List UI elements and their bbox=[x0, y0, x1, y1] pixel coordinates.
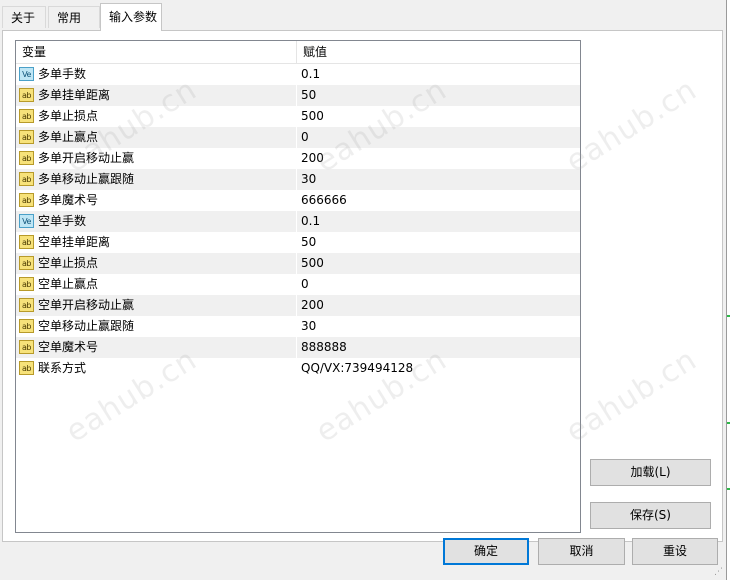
table-row[interactable]: ab 多单挂单距离 50 bbox=[16, 85, 580, 106]
table-row[interactable]: ab 联系方式 QQ/VX:739494128 bbox=[16, 358, 580, 379]
value-cell[interactable]: 0.1 bbox=[297, 64, 580, 85]
value-cell[interactable]: 50 bbox=[297, 232, 580, 253]
string-value-icon: ab bbox=[19, 256, 34, 270]
value-cell[interactable]: 888888 bbox=[297, 337, 580, 358]
variable-name: 多单挂单距离 bbox=[38, 88, 111, 102]
string-value-icon: ab bbox=[19, 88, 34, 102]
value-cell[interactable]: 200 bbox=[297, 295, 580, 316]
double-value-icon: Ve bbox=[19, 67, 34, 81]
value-cell[interactable]: 200 bbox=[297, 148, 580, 169]
table-row[interactable]: ab 空单移动止赢跟随 30 bbox=[16, 316, 580, 337]
variable-cell[interactable]: ab 空单挂单距离 bbox=[16, 232, 297, 253]
value-cell[interactable]: 30 bbox=[297, 316, 580, 337]
variable-name: 空单移动止赢跟随 bbox=[38, 319, 135, 333]
variable-name: 空单止损点 bbox=[38, 256, 99, 270]
variable-cell[interactable]: ab 多单挂单距离 bbox=[16, 85, 297, 106]
load-button[interactable]: 加载(L) bbox=[590, 459, 711, 486]
variable-name: 联系方式 bbox=[38, 361, 87, 375]
string-value-icon: ab bbox=[19, 319, 34, 333]
variable-cell[interactable]: Ve 多单手数 bbox=[16, 64, 297, 85]
value-cell[interactable]: 500 bbox=[297, 253, 580, 274]
table-header: 变量 赋值 bbox=[16, 41, 580, 64]
value-cell[interactable]: 50 bbox=[297, 85, 580, 106]
tab-inputs[interactable]: 输入参数 bbox=[100, 3, 162, 31]
double-value-icon: Ve bbox=[19, 214, 34, 228]
table-row[interactable]: ab 多单止损点 500 bbox=[16, 106, 580, 127]
table-row[interactable]: ab 空单魔术号 888888 bbox=[16, 337, 580, 358]
ok-button[interactable]: 确定 bbox=[443, 538, 529, 565]
save-button[interactable]: 保存(S) bbox=[590, 502, 711, 529]
variable-cell[interactable]: ab 多单止损点 bbox=[16, 106, 297, 127]
string-value-icon: ab bbox=[19, 172, 34, 186]
reset-button[interactable]: 重设 bbox=[632, 538, 718, 565]
tab-common[interactable]: 常用 bbox=[48, 6, 100, 28]
table-row[interactable]: ab 空单开启移动止赢 200 bbox=[16, 295, 580, 316]
variable-cell[interactable]: Ve 空单手数 bbox=[16, 211, 297, 232]
variable-cell[interactable]: ab 多单开启移动止赢 bbox=[16, 148, 297, 169]
string-value-icon: ab bbox=[19, 193, 34, 207]
value-cell[interactable]: 0.1 bbox=[297, 211, 580, 232]
string-value-icon: ab bbox=[19, 235, 34, 249]
string-value-icon: ab bbox=[19, 277, 34, 291]
variable-cell[interactable]: ab 多单移动止赢跟随 bbox=[16, 169, 297, 190]
column-header-value[interactable]: 赋值 bbox=[297, 41, 580, 63]
variable-cell[interactable]: ab 多单魔术号 bbox=[16, 190, 297, 211]
table-row[interactable]: ab 空单挂单距离 50 bbox=[16, 232, 580, 253]
variable-name: 空单挂单距离 bbox=[38, 235, 111, 249]
table-body: Ve 多单手数 0.1 ab 多单挂单距离 50 ab 多单止损点 500 ab 多单止赢点 0 ab 多… bbox=[16, 64, 580, 379]
variable-cell[interactable]: ab 多单止赢点 bbox=[16, 127, 297, 148]
column-header-variable[interactable]: 变量 bbox=[16, 41, 297, 63]
table-row[interactable]: ab 空单止损点 500 bbox=[16, 253, 580, 274]
variable-name: 空单魔术号 bbox=[38, 340, 99, 354]
string-value-icon: ab bbox=[19, 130, 34, 144]
cancel-button[interactable]: 取消 bbox=[538, 538, 625, 565]
variable-name: 多单手数 bbox=[38, 67, 87, 81]
table-row[interactable]: ab 多单魔术号 666666 bbox=[16, 190, 580, 211]
variable-cell[interactable]: ab 空单开启移动止赢 bbox=[16, 295, 297, 316]
value-cell[interactable]: QQ/VX:739494128 bbox=[297, 358, 580, 379]
tab-about[interactable]: 关于 bbox=[2, 6, 46, 28]
variable-name: 空单开启移动止赢 bbox=[38, 298, 135, 312]
variable-name: 多单魔术号 bbox=[38, 193, 99, 207]
window-edge bbox=[726, 0, 730, 580]
string-value-icon: ab bbox=[19, 361, 34, 375]
variable-cell[interactable]: ab 联系方式 bbox=[16, 358, 297, 379]
table-row[interactable]: ab 多单止赢点 0 bbox=[16, 127, 580, 148]
variable-name: 多单开启移动止赢 bbox=[38, 151, 135, 165]
variable-cell[interactable]: ab 空单止赢点 bbox=[16, 274, 297, 295]
variable-name: 多单移动止赢跟随 bbox=[38, 172, 135, 186]
variable-cell[interactable]: ab 空单移动止赢跟随 bbox=[16, 316, 297, 337]
table-row[interactable]: ab 多单开启移动止赢 200 bbox=[16, 148, 580, 169]
tab-bar: 关于 常用 输入参数 bbox=[0, 0, 730, 31]
value-cell[interactable]: 30 bbox=[297, 169, 580, 190]
variable-name: 多单止损点 bbox=[38, 109, 99, 123]
variable-name: 空单手数 bbox=[38, 214, 87, 228]
parameters-table: 变量 赋值 Ve 多单手数 0.1 ab 多单挂单距离 50 ab 多单止损点 500 ab 多单止… bbox=[15, 40, 581, 533]
variable-name: 多单止赢点 bbox=[38, 130, 99, 144]
table-row[interactable]: ab 空单止赢点 0 bbox=[16, 274, 580, 295]
string-value-icon: ab bbox=[19, 340, 34, 354]
variable-cell[interactable]: ab 空单止损点 bbox=[16, 253, 297, 274]
value-cell[interactable]: 0 bbox=[297, 127, 580, 148]
value-cell[interactable]: 666666 bbox=[297, 190, 580, 211]
value-cell[interactable]: 500 bbox=[297, 106, 580, 127]
string-value-icon: ab bbox=[19, 298, 34, 312]
string-value-icon: ab bbox=[19, 151, 34, 165]
variable-cell[interactable]: ab 空单魔术号 bbox=[16, 337, 297, 358]
resize-grip-icon[interactable]: ⋰ bbox=[714, 566, 726, 578]
variable-name: 空单止赢点 bbox=[38, 277, 99, 291]
string-value-icon: ab bbox=[19, 109, 34, 123]
value-cell[interactable]: 0 bbox=[297, 274, 580, 295]
table-row[interactable]: ab 多单移动止赢跟随 30 bbox=[16, 169, 580, 190]
table-row[interactable]: Ve 多单手数 0.1 bbox=[16, 64, 580, 85]
table-row[interactable]: Ve 空单手数 0.1 bbox=[16, 211, 580, 232]
